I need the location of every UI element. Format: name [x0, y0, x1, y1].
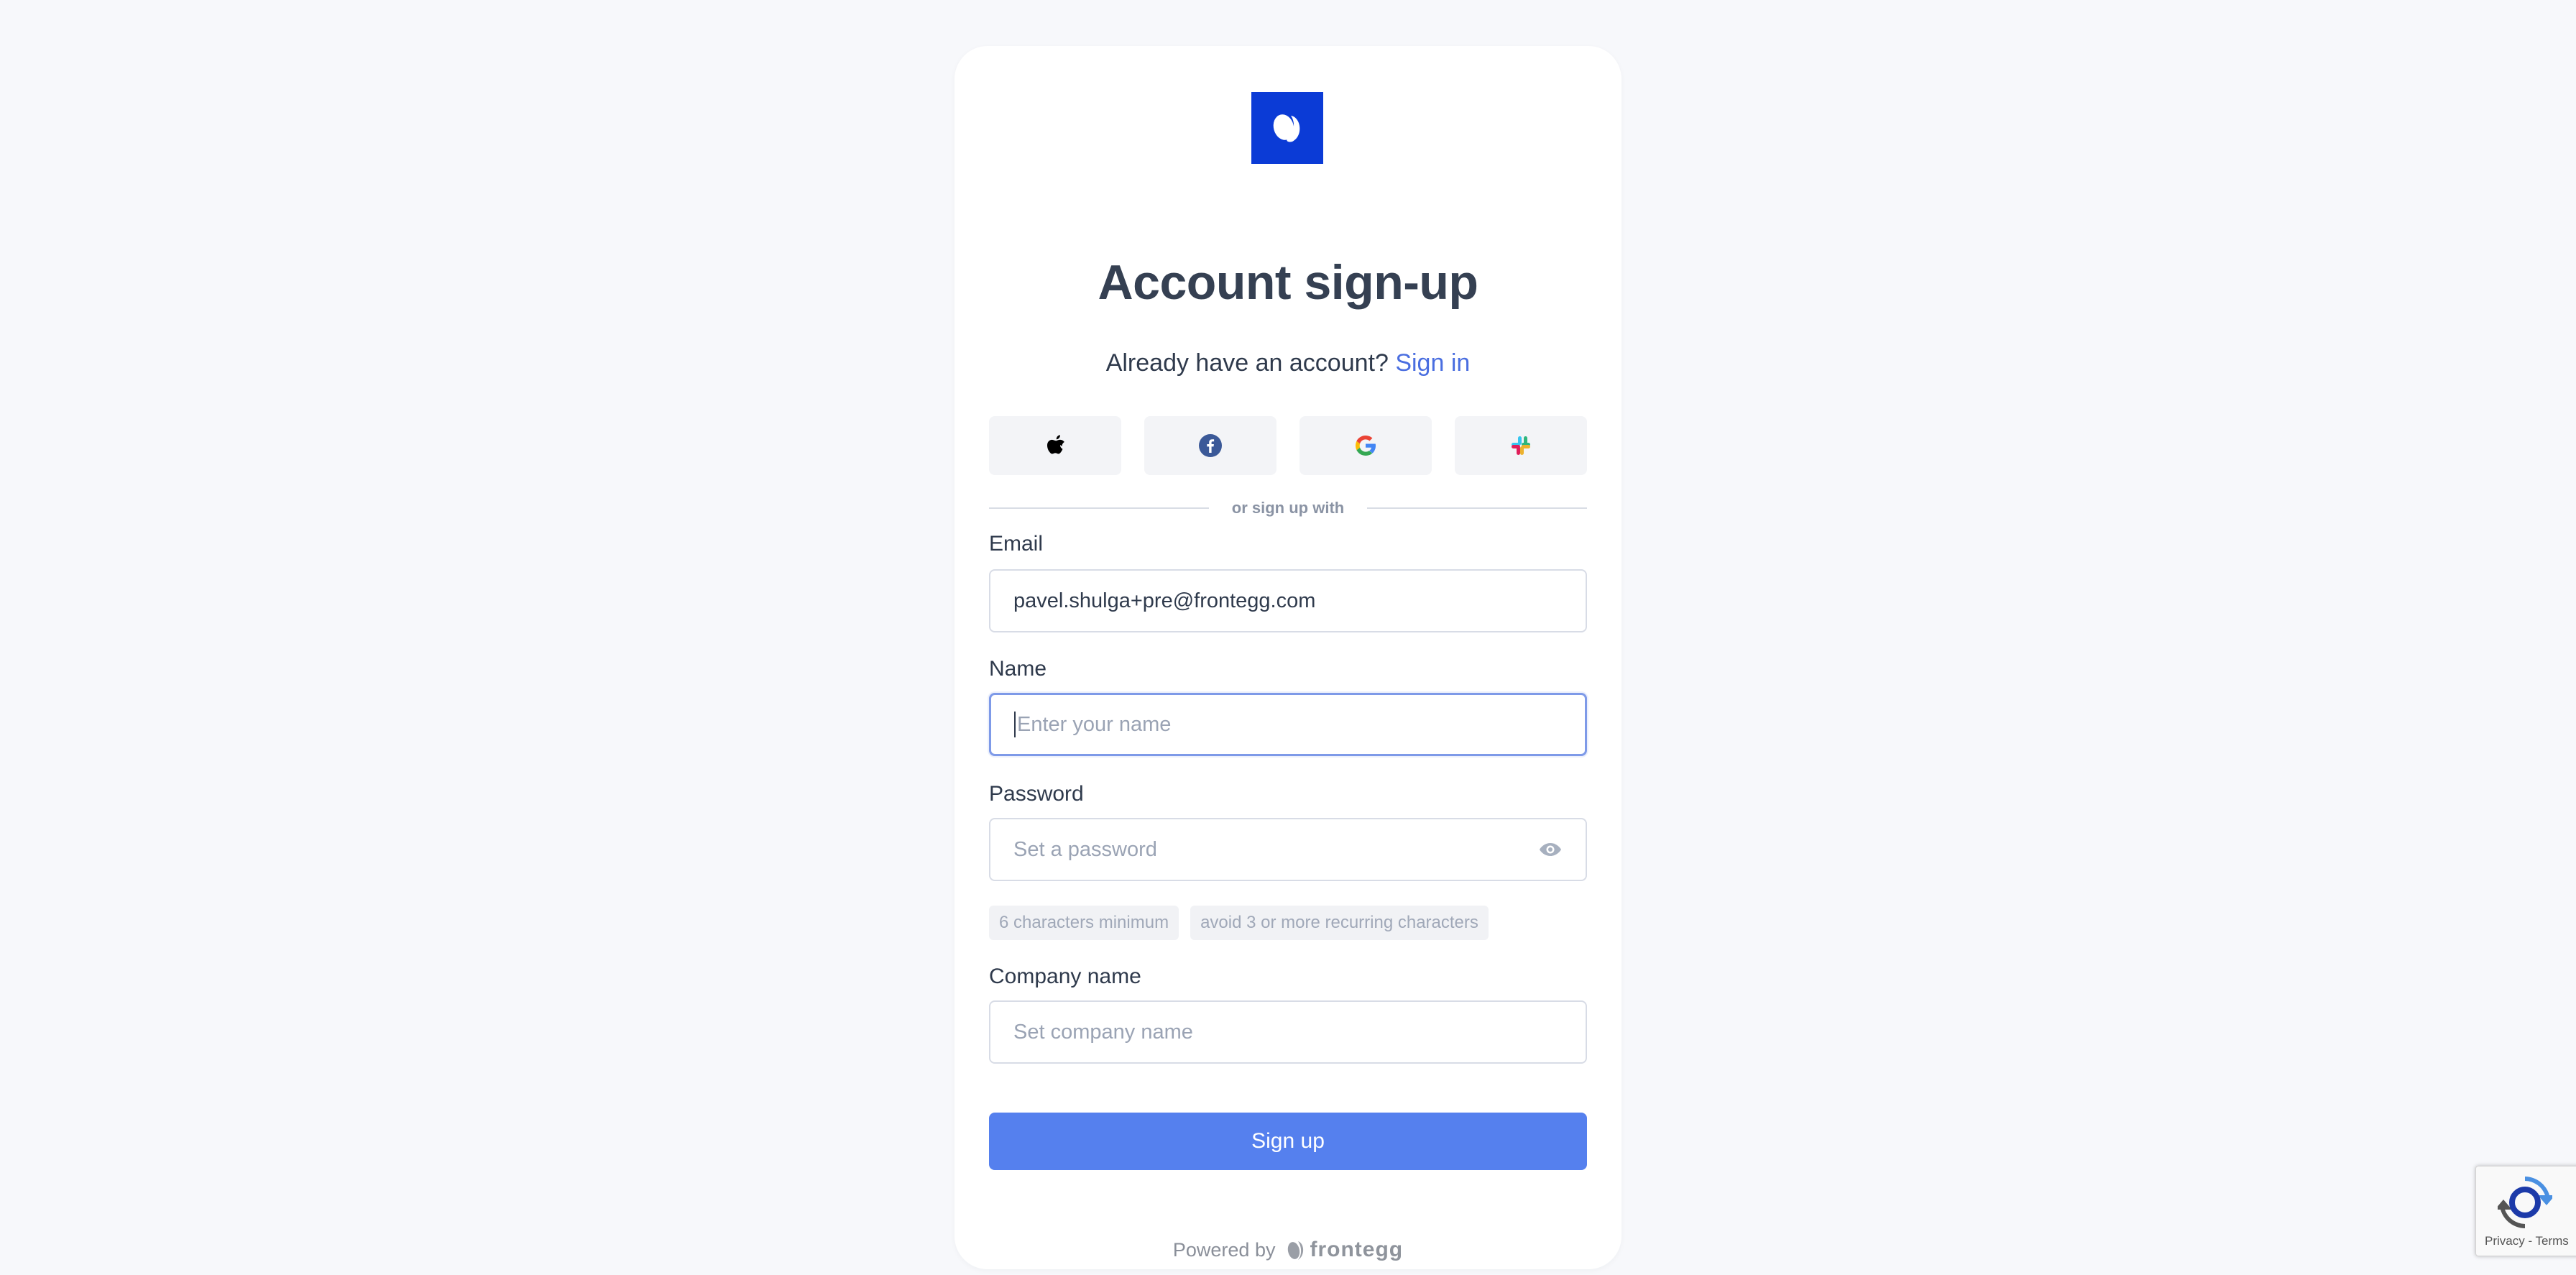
divider-text: or sign up with [1231, 499, 1345, 517]
name-label: Name [989, 657, 1047, 681]
password-placeholder: Set a password [1013, 837, 1157, 861]
sign-up-button[interactable]: Sign up [989, 1113, 1587, 1170]
facebook-login-button[interactable] [1144, 416, 1276, 475]
slack-login-button[interactable] [1455, 416, 1587, 475]
password-requirements: 6 characters minimum avoid 3 or more rec… [989, 906, 1489, 940]
frontegg-brand: frontegg [1285, 1238, 1403, 1262]
recaptcha-badge[interactable]: Privacy - Terms [2475, 1166, 2576, 1256]
apple-icon [1047, 435, 1064, 454]
password-input[interactable]: Set a password [989, 818, 1587, 881]
page-title: Account sign-up [1098, 255, 1478, 310]
company-placeholder: Set company name [1013, 1020, 1193, 1044]
divider-line-right [1367, 507, 1587, 509]
google-icon [1356, 436, 1376, 456]
password-hint-recurring: avoid 3 or more recurring characters [1190, 906, 1489, 940]
recaptcha-terms[interactable]: Privacy - Terms [2485, 1234, 2569, 1248]
name-input[interactable]: Enter your name [989, 693, 1587, 756]
email-value: pavel.shulga+pre@frontegg.com [1013, 589, 1316, 612]
name-placeholder: Enter your name [1017, 712, 1172, 736]
password-label: Password [989, 782, 1084, 806]
text-caret [1014, 712, 1016, 737]
powered-by-text: Powered by [1172, 1238, 1276, 1261]
company-input[interactable]: Set company name [989, 1000, 1587, 1064]
frontegg-logo-icon [1288, 1241, 1304, 1260]
egg-logo-icon [1273, 114, 1300, 142]
powered-by-footer: Powered by frontegg [954, 1238, 1622, 1262]
or-divider: or sign up with [989, 497, 1587, 519]
show-password-icon[interactable] [1538, 839, 1563, 865]
divider-line-left [989, 507, 1209, 509]
app-logo [1251, 92, 1323, 164]
email-field[interactable]: pavel.shulga+pre@frontegg.com [989, 569, 1587, 632]
signin-prompt: Already have an account? Sign in [954, 349, 1622, 377]
facebook-icon [1199, 434, 1222, 457]
social-login-row [989, 416, 1587, 475]
email-label: Email [989, 532, 1044, 556]
slack-icon [1512, 436, 1530, 455]
signup-card: Account sign-up Already have an account?… [954, 46, 1622, 1269]
recaptcha-icon [2498, 1177, 2552, 1228]
google-login-button[interactable] [1300, 416, 1432, 475]
signin-link[interactable]: Sign in [1395, 349, 1470, 377]
brand-name: frontegg [1310, 1238, 1404, 1261]
company-label: Company name [989, 965, 1141, 988]
password-hint-min-length: 6 characters minimum [989, 906, 1179, 940]
signin-prompt-text: Already have an account? [1105, 349, 1389, 377]
apple-login-button[interactable] [989, 416, 1121, 475]
